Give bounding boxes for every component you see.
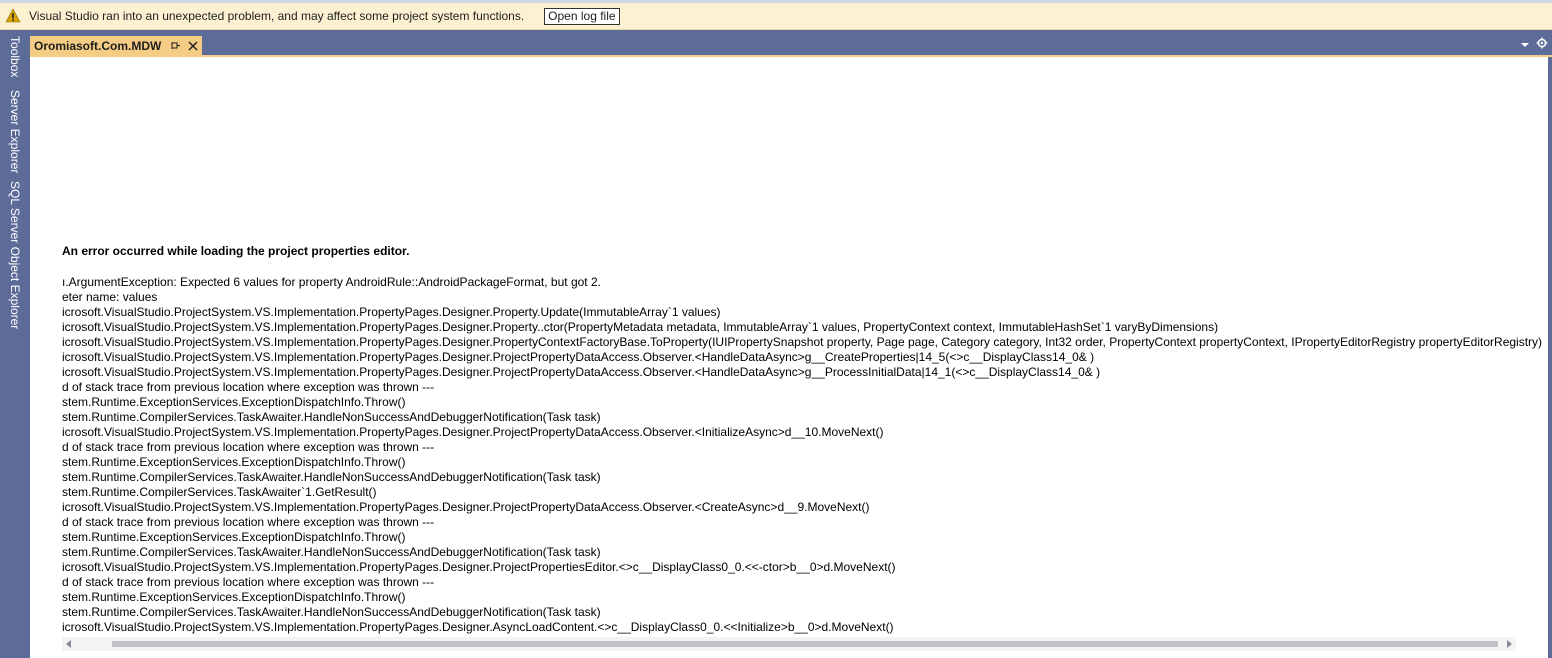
info-bar-message: Visual Studio ran into an unexpected pro… bbox=[29, 9, 525, 23]
horizontal-scrollbar[interactable] bbox=[62, 637, 1516, 651]
stack-trace-line: stem.Runtime.ExceptionServices.Exception… bbox=[62, 395, 406, 409]
document-tab-label: Oromiasoft.Com.MDW bbox=[34, 39, 162, 53]
stack-trace-line: ı.ArgumentException: Expected 6 values f… bbox=[62, 275, 601, 289]
close-icon[interactable] bbox=[187, 40, 199, 52]
stack-trace-line: icrosoft.VisualStudio.ProjectSystem.VS.I… bbox=[62, 350, 1095, 364]
stack-trace-line: stem.Runtime.CompilerServices.TaskAwaite… bbox=[62, 470, 601, 484]
server-explorer-tab[interactable]: Server Explorer bbox=[8, 90, 22, 173]
stack-trace-line: stem.Runtime.CompilerServices.TaskAwaite… bbox=[62, 545, 601, 559]
sql-server-object-explorer-tab[interactable]: SQL Server Object Explorer bbox=[8, 181, 22, 329]
stack-trace-line: eter name: values bbox=[62, 290, 158, 304]
stack-trace-line: d of stack trace from previous location … bbox=[62, 380, 435, 394]
stack-trace-line: stem.Runtime.ExceptionServices.Exception… bbox=[62, 530, 406, 544]
stack-trace-line: icrosoft.VisualStudio.ProjectSystem.VS.I… bbox=[62, 335, 1542, 349]
stack-trace-line: icrosoft.VisualStudio.ProjectSystem.VS.I… bbox=[62, 365, 1101, 379]
stack-trace-line: icrosoft.VisualStudio.ProjectSystem.VS.I… bbox=[62, 500, 870, 514]
chevron-down-icon[interactable] bbox=[1520, 39, 1530, 49]
stack-trace-line: stem.Runtime.CompilerServices.TaskAwaite… bbox=[62, 485, 377, 499]
document-tab-bar: Oromiasoft.Com.MDW bbox=[30, 30, 1552, 57]
warning-icon bbox=[5, 8, 21, 24]
open-log-file-button[interactable]: Open log file bbox=[544, 7, 620, 25]
info-bar: Visual Studio ran into an unexpected pro… bbox=[0, 3, 1552, 30]
stack-trace-line: stem.Runtime.CompilerServices.TaskAwaite… bbox=[62, 605, 601, 619]
pin-icon[interactable] bbox=[171, 40, 181, 52]
stack-trace-line: icrosoft.VisualStudio.ProjectSystem.VS.I… bbox=[62, 320, 1219, 334]
stack-trace-line: icrosoft.VisualStudio.ProjectSystem.VS.I… bbox=[62, 620, 894, 634]
stack-trace-line: icrosoft.VisualStudio.ProjectSystem.VS.I… bbox=[62, 560, 896, 574]
left-tool-strip: Toolbox Server Explorer SQL Server Objec… bbox=[0, 30, 30, 658]
stack-trace-line: stem.Runtime.CompilerServices.TaskAwaite… bbox=[62, 410, 601, 424]
scroll-left-arrow-icon[interactable] bbox=[62, 637, 76, 651]
stack-trace-line: d of stack trace from previous location … bbox=[62, 515, 435, 529]
gear-icon[interactable] bbox=[1536, 37, 1548, 49]
stack-trace-line: d of stack trace from previous location … bbox=[62, 575, 435, 589]
scroll-right-arrow-icon[interactable] bbox=[1502, 637, 1516, 651]
scrollbar-thumb[interactable] bbox=[112, 641, 1498, 647]
stack-trace-line: stem.Runtime.ExceptionServices.Exception… bbox=[62, 590, 406, 604]
stack-trace-line: d of stack trace from previous location … bbox=[62, 440, 435, 454]
error-title: An error occurred while loading the proj… bbox=[62, 244, 410, 258]
stack-trace-line: icrosoft.VisualStudio.ProjectSystem.VS.I… bbox=[62, 305, 721, 319]
document-tab[interactable]: Oromiasoft.Com.MDW bbox=[30, 36, 202, 56]
stack-trace-line: icrosoft.VisualStudio.ProjectSystem.VS.I… bbox=[62, 425, 884, 439]
toolbox-tab[interactable]: Toolbox bbox=[8, 36, 22, 77]
properties-editor-content: An error occurred while loading the proj… bbox=[30, 57, 1548, 658]
stack-trace-line: stem.Runtime.ExceptionServices.Exception… bbox=[62, 455, 406, 469]
stack-trace: ı.ArgumentException: Expected 6 values f… bbox=[62, 275, 1542, 635]
